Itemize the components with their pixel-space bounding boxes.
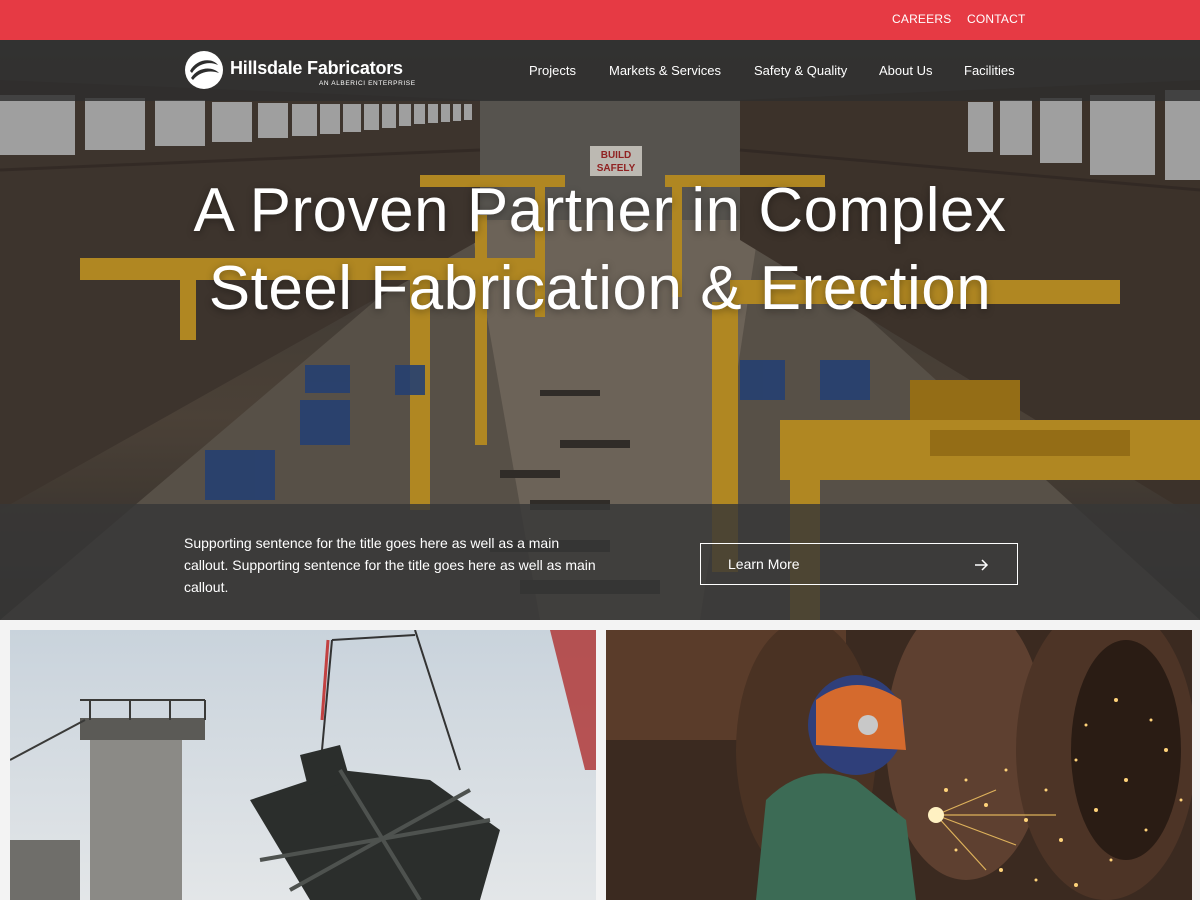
utility-bar: CAREERS CONTACT: [0, 0, 1200, 40]
nav-item-markets-services[interactable]: Markets & Services: [609, 63, 721, 78]
nav-item-about-us[interactable]: About Us: [879, 63, 932, 78]
callout-text: Supporting sentence for the title goes h…: [184, 535, 596, 595]
logo-tagline: AN ALBERICI ENTERPRISE: [319, 80, 416, 87]
nav-item-safety-quality[interactable]: Safety & Quality: [754, 63, 847, 78]
card-fabrication-image[interactable]: [606, 630, 1192, 900]
logo-mark-icon: [185, 51, 223, 89]
careers-link[interactable]: CAREERS: [892, 12, 951, 26]
learn-more-button[interactable]: Learn More: [700, 543, 1018, 585]
hero-title-line1: A Proven Partner in Complex: [193, 176, 1007, 245]
nav-item-projects[interactable]: Projects: [529, 63, 576, 78]
hero-title: A Proven Partner in Complex Steel Fabric…: [0, 172, 1200, 328]
hero-callout: Supporting sentence for the title goes h…: [0, 504, 1200, 620]
site-logo[interactable]: Hillsdale Fabricators AN ALBERICI ENTERP…: [184, 49, 415, 91]
logo-name: Hillsdale Fabricators: [230, 58, 403, 78]
hero-title-line2: Steel Fabrication & Erection: [208, 254, 992, 323]
learn-more-label: Learn More: [728, 556, 800, 572]
erection-photo: [10, 630, 596, 900]
arrow-right-icon: [975, 559, 989, 571]
contact-link[interactable]: CONTACT: [967, 12, 1026, 26]
feature-cards: [0, 620, 1200, 900]
nav-item-facilities[interactable]: Facilities: [964, 63, 1015, 78]
welder-photo: [606, 630, 1192, 900]
main-navigation: Hillsdale Fabricators AN ALBERICI ENTERP…: [0, 40, 1200, 101]
card-erection-image[interactable]: [10, 630, 596, 900]
